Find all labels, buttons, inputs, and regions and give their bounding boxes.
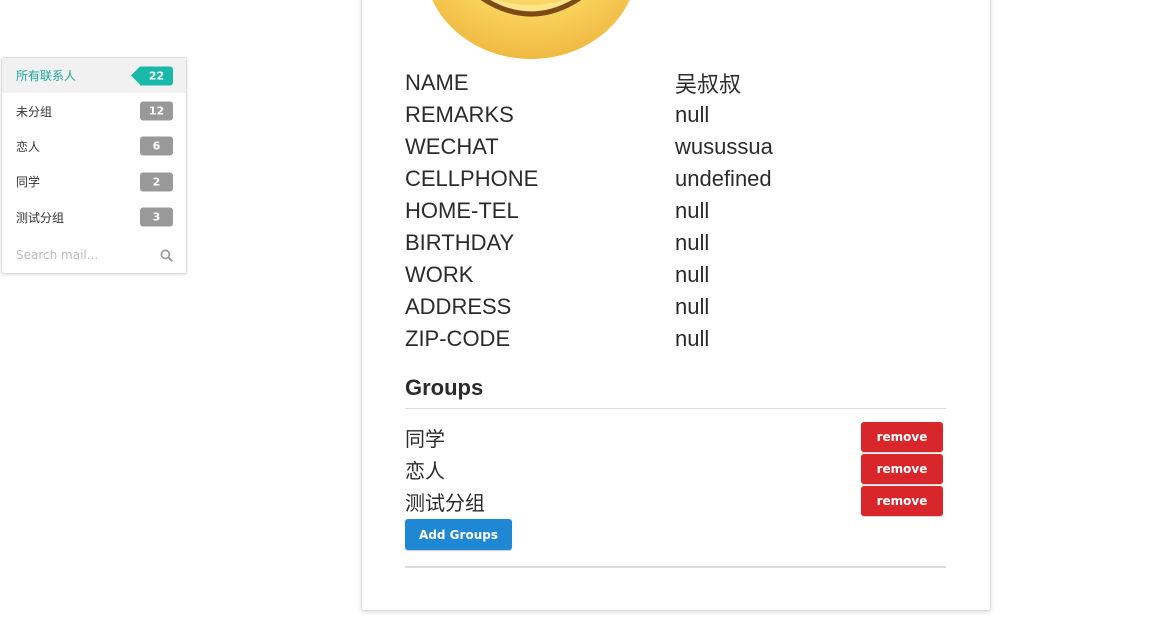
field-label: HOME-TEL — [405, 198, 519, 223]
field-remarks: REMARKS null — [405, 99, 965, 131]
field-label: ZIP-CODE — [405, 326, 511, 351]
sidebar-item-test-group[interactable]: 测试分组 3 — [2, 200, 186, 235]
field-value: null — [675, 102, 710, 127]
sidebar-item-label: 同学 — [16, 175, 41, 190]
contact-groups-sidebar: 所有联系人 22 未分组 12 恋人 6 同学 2 测试分组 3 — [1, 57, 187, 274]
sidebar-item-label: 测试分组 — [16, 210, 65, 225]
group-name: 同学 — [405, 426, 445, 451]
group-name: 测试分组 — [405, 490, 485, 515]
sidebar-item-label: 恋人 — [16, 139, 41, 154]
field-cellphone: CELLPHONE undefined — [405, 163, 965, 195]
field-label: ADDRESS — [405, 294, 512, 319]
search-input[interactable] — [16, 247, 146, 262]
count-badge: 12 — [140, 101, 173, 121]
field-zip-code: ZIP-CODE null — [405, 323, 965, 355]
sidebar-item-label: 所有联系人 — [16, 69, 77, 84]
count-badge: 3 — [140, 207, 173, 227]
sidebar-item-ungrouped[interactable]: 未分组 12 — [2, 93, 186, 128]
contact-detail-panel: NAME 吴叔叔 REMARKS null WECHAT wusussua CE… — [361, 0, 991, 611]
group-row-classmates: 同学 remove — [405, 421, 946, 453]
field-value: null — [675, 198, 710, 223]
divider — [405, 566, 946, 568]
field-value: null — [675, 262, 710, 287]
count-badge: 22 — [131, 66, 173, 86]
group-row-test-group: 测试分组 remove — [405, 485, 946, 517]
remove-group-button[interactable]: remove — [861, 454, 943, 484]
count-badge: 6 — [140, 136, 173, 156]
group-name: 恋人 — [405, 458, 445, 483]
field-value: wusussua — [675, 134, 773, 159]
field-name: NAME 吴叔叔 — [405, 67, 965, 99]
field-label: BIRTHDAY — [405, 230, 515, 255]
field-label: NAME — [405, 70, 469, 95]
field-value: undefined — [675, 166, 772, 191]
sidebar-item-classmates[interactable]: 同学 2 — [2, 164, 186, 199]
field-value: null — [675, 230, 710, 255]
field-value: null — [675, 326, 710, 351]
field-label: CELLPHONE — [405, 166, 539, 191]
group-list: 同学 remove 恋人 remove 测试分组 remove — [405, 421, 946, 517]
field-home-tel: HOME-TEL null — [405, 195, 965, 227]
add-groups-button[interactable]: Add Groups — [405, 519, 512, 550]
sidebar-item-lovers[interactable]: 恋人 6 — [2, 129, 186, 164]
smiley-face-icon — [432, 0, 630, 59]
groups-heading: Groups — [405, 375, 484, 400]
divider — [405, 408, 946, 409]
field-address: ADDRESS null — [405, 291, 965, 323]
field-birthday: BIRTHDAY null — [405, 227, 965, 259]
field-label: WECHAT — [405, 134, 499, 159]
field-value: null — [675, 294, 710, 319]
group-row-lovers: 恋人 remove — [405, 453, 946, 485]
field-value: 吴叔叔 — [675, 72, 742, 97]
field-work: WORK null — [405, 259, 965, 291]
field-label: WORK — [405, 262, 474, 287]
sidebar-item-all-contacts[interactable]: 所有联系人 22 — [2, 58, 186, 94]
field-wechat: WECHAT wusussua — [405, 131, 965, 163]
contact-fields: NAME 吴叔叔 REMARKS null WECHAT wusussua CE… — [405, 67, 965, 355]
field-label: REMARKS — [405, 102, 514, 127]
search-row — [2, 235, 186, 275]
sidebar-item-label: 未分组 — [16, 104, 53, 119]
search-icon[interactable] — [160, 249, 173, 262]
remove-group-button[interactable]: remove — [861, 422, 943, 452]
count-badge: 2 — [140, 172, 173, 192]
remove-group-button[interactable]: remove — [861, 486, 943, 516]
